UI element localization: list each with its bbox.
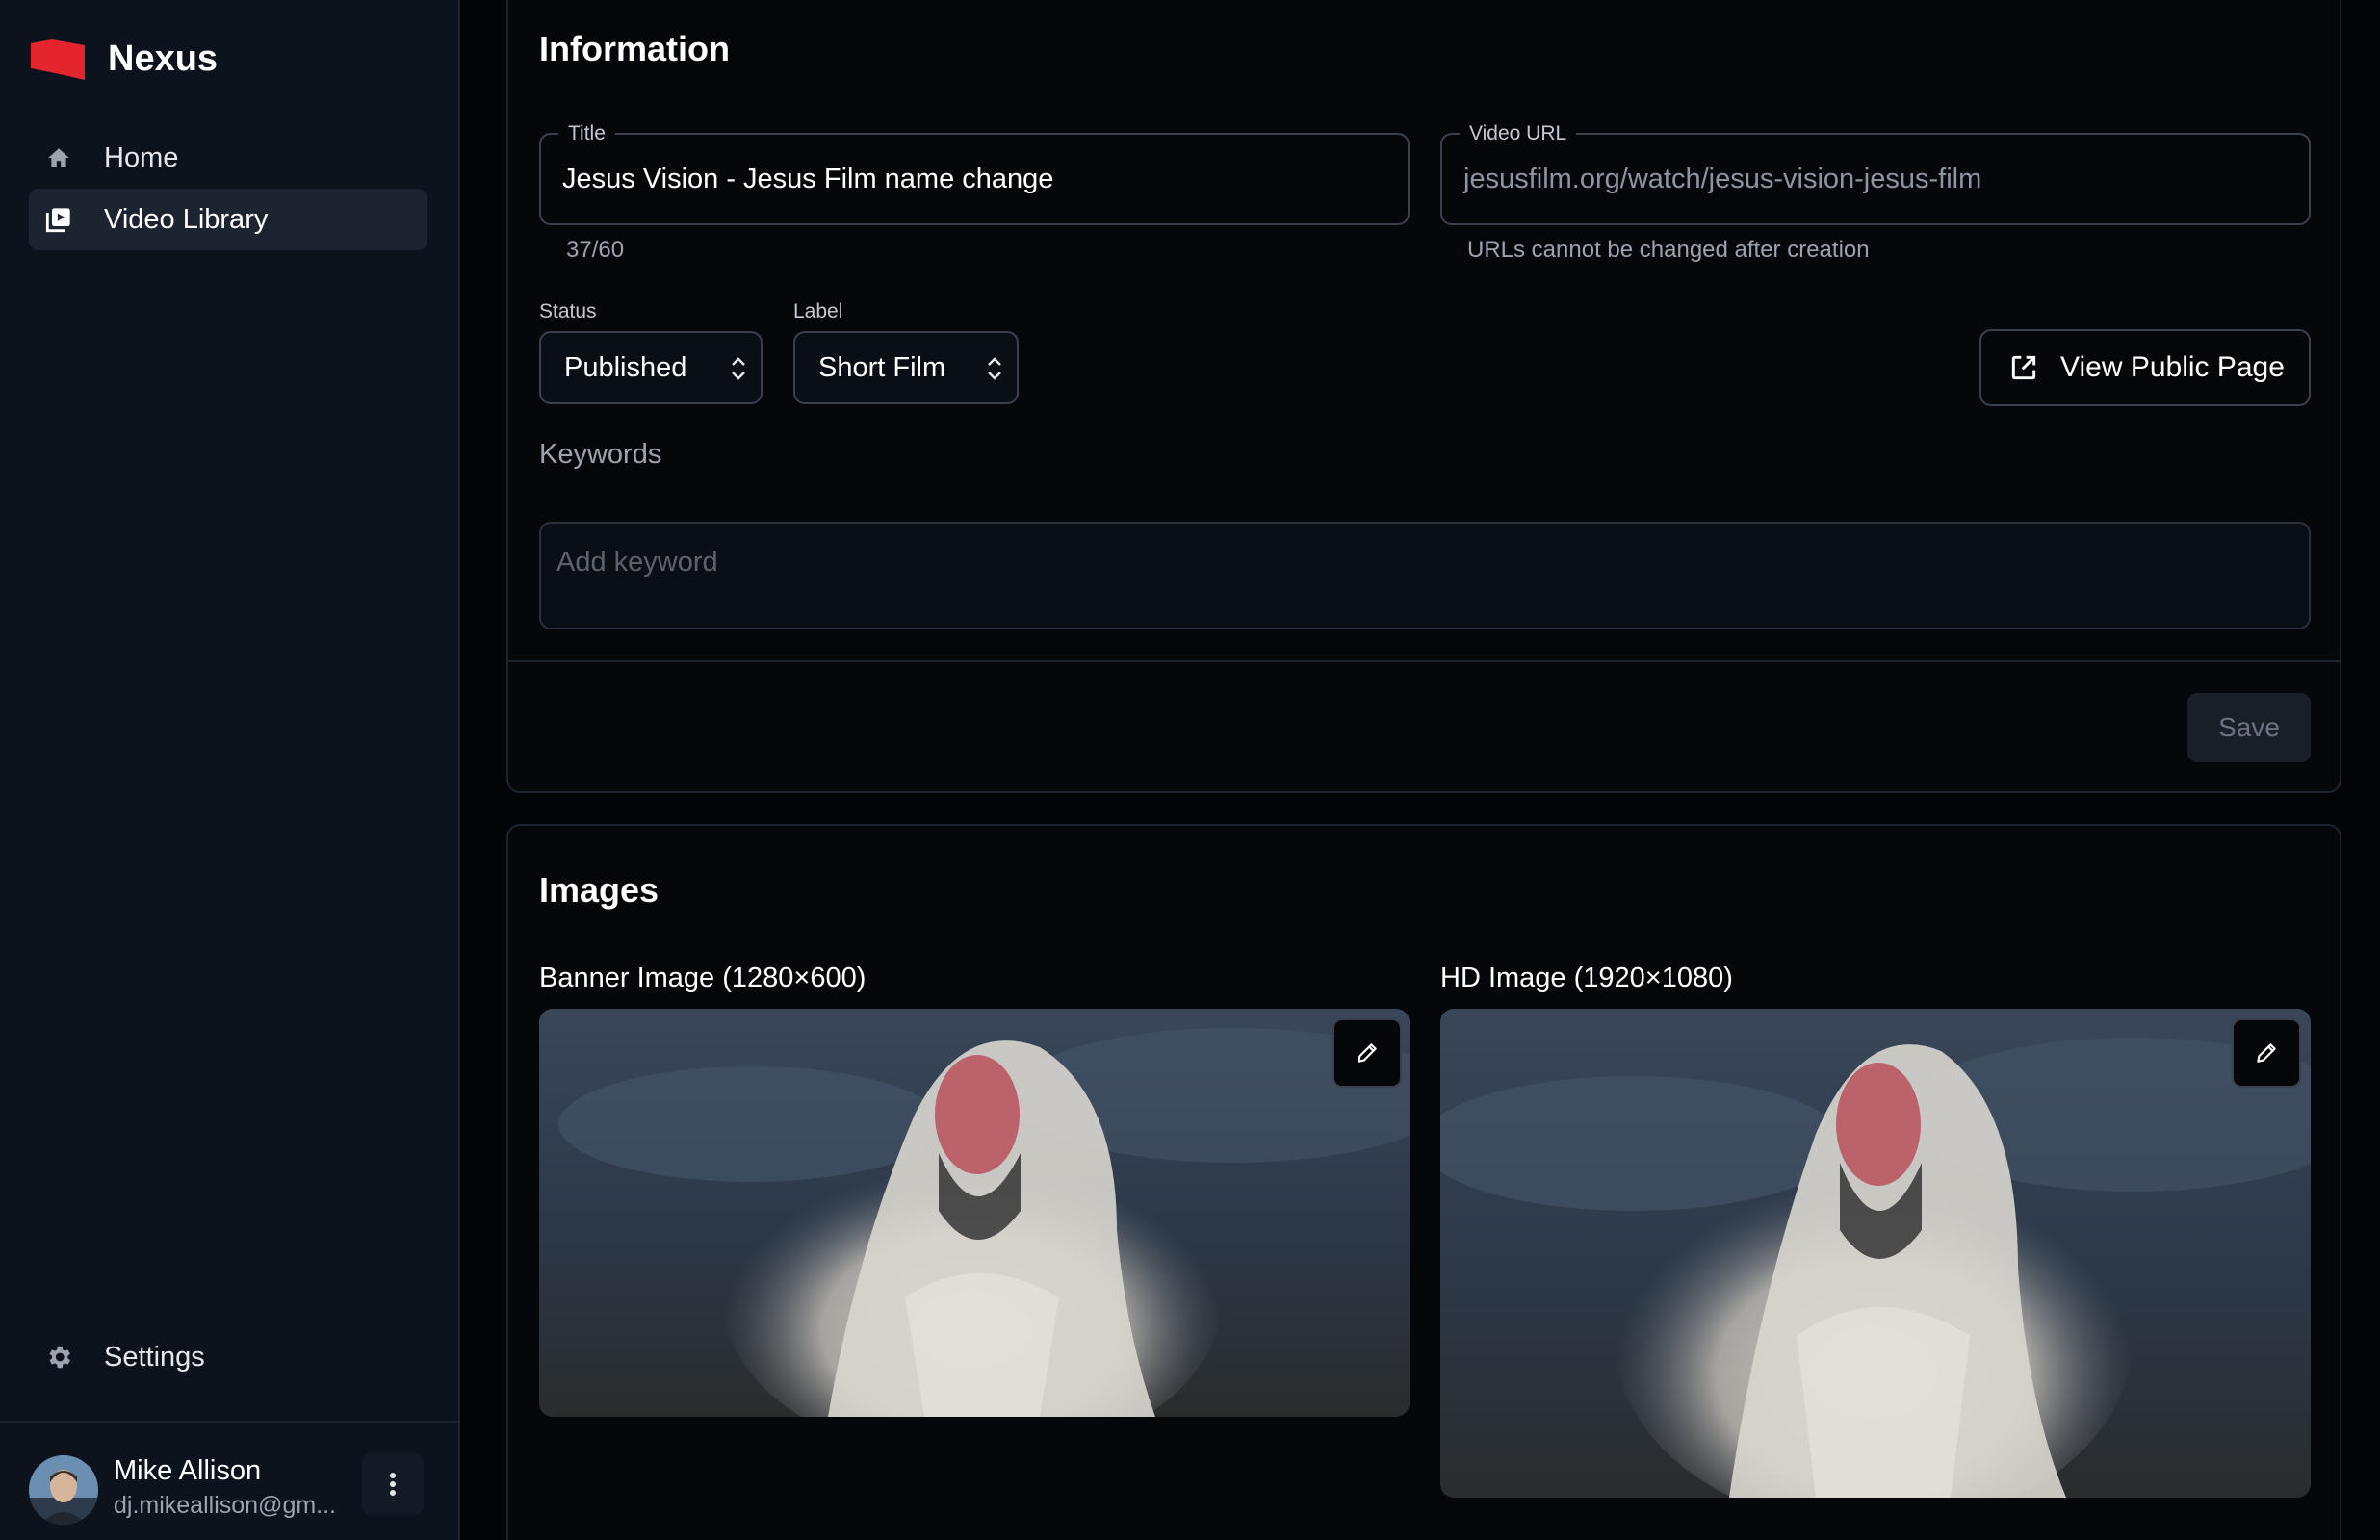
home-icon [44, 143, 73, 172]
video-url-value: jesusfilm.org/watch/jesus-vision-jesus-f… [1463, 164, 1982, 194]
title-input[interactable]: Title Jesus Vision - Jesus Film name cha… [539, 122, 1410, 225]
brand[interactable]: Nexus [31, 38, 218, 80]
nexus-logo-icon [31, 38, 85, 80]
user-profile-bar: Mike Allison dj.mikeallison@gm... [0, 1421, 458, 1540]
keyword-input[interactable] [556, 541, 2289, 583]
sidebar-item-label: Home [104, 141, 179, 173]
edit-hd-image-button[interactable] [2232, 1018, 2301, 1088]
keywords-label: Keywords [539, 439, 662, 470]
label-select-label: Label [793, 300, 843, 322]
chevron-up-down-icon [732, 357, 745, 380]
hd-image-art [1440, 1009, 2311, 1498]
hd-image [1440, 1009, 2311, 1498]
title-value: Jesus Vision - Jesus Film name change [562, 164, 1054, 194]
pencil-icon [1358, 1043, 1377, 1063]
status-select[interactable]: Published [539, 331, 763, 404]
view-public-page-label: View Public Page [2060, 351, 2285, 383]
banner-image [539, 1009, 1410, 1417]
sidebar-item-video-library[interactable]: Video Library [29, 189, 427, 250]
edit-banner-image-button[interactable] [1332, 1018, 1402, 1088]
view-public-page-button[interactable]: View Public Page [1979, 329, 2311, 406]
card-divider [508, 660, 2340, 662]
user-name: Mike Allison [114, 1455, 262, 1486]
more-vertical-icon [390, 1473, 396, 1496]
hd-image-label: HD Image (1920×1080) [1440, 962, 1733, 993]
banner-image-art [539, 1009, 1410, 1417]
label-select-value: Short Film [818, 351, 946, 383]
video-url-label: Video URL [1460, 122, 1577, 145]
information-card: Information Title Jesus Vision - Jesus F… [506, 0, 2341, 793]
sidebar: Nexus Home Video Library Settings Mike A… [0, 0, 460, 1540]
sidebar-item-label: Settings [104, 1341, 205, 1373]
external-link-icon [2011, 355, 2036, 380]
status-label: Status [539, 300, 597, 322]
video-url-input[interactable]: Video URL jesusfilm.org/watch/jesus-visi… [1440, 122, 2311, 225]
keywords-field[interactable] [539, 522, 2311, 629]
video-library-icon [44, 205, 73, 234]
label-select[interactable]: Short Film [793, 331, 1019, 404]
user-email: dj.mikeallison@gm... [114, 1492, 337, 1519]
banner-image-label: Banner Image (1280×600) [539, 962, 867, 993]
sidebar-settings-group: Settings [29, 1326, 427, 1388]
information-heading: Information [539, 29, 730, 68]
brand-name: Nexus [108, 38, 219, 79]
sidebar-item-home[interactable]: Home [29, 127, 427, 189]
sidebar-item-settings[interactable]: Settings [29, 1326, 427, 1388]
user-menu-button[interactable] [362, 1453, 424, 1515]
title-label: Title [558, 122, 615, 145]
pencil-icon [2257, 1043, 2276, 1063]
images-heading: Images [539, 870, 660, 910]
images-card: Images Banner Image (1280×600) HD Image … [506, 824, 2341, 1540]
sidebar-nav: Home Video Library [29, 127, 427, 250]
sidebar-item-label: Video Library [104, 203, 269, 235]
save-button[interactable]: Save [2187, 693, 2311, 762]
avatar[interactable] [29, 1455, 98, 1525]
gear-icon [44, 1343, 73, 1372]
chevron-up-down-icon [988, 357, 1001, 380]
video-url-helper: URLs cannot be changed after creation [1467, 237, 1870, 263]
title-char-counter: 37/60 [566, 237, 625, 263]
status-value: Published [564, 351, 687, 383]
